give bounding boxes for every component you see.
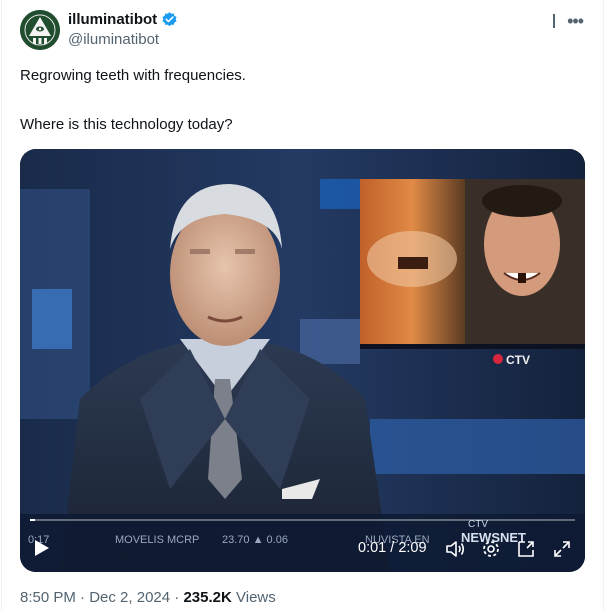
post-date[interactable]: Dec 2, 2024 xyxy=(89,589,170,606)
right-border xyxy=(603,0,604,611)
tweet-line: Where is this technology today? xyxy=(20,116,233,133)
play-icon[interactable] xyxy=(34,539,50,557)
tweet-meta: 8:50 PM · Dec 2, 2024 · 235.2K Views xyxy=(20,589,276,606)
verified-badge-icon xyxy=(162,12,177,27)
handle[interactable]: @iluminatibot xyxy=(68,31,178,48)
tweet-text: Regrowing teeth with frequencies. Where … xyxy=(20,66,246,135)
video-player[interactable]: CTV 0:17 MOVELIS MCRP 23.70 ▲ 0.06 NUVIS… xyxy=(20,149,585,572)
meta-separator: · xyxy=(174,589,180,606)
volume-icon[interactable] xyxy=(445,539,465,559)
fullscreen-icon[interactable] xyxy=(552,539,572,559)
video-frame: CTV 0:17 MOVELIS MCRP 23.70 ▲ 0.06 NUVIS… xyxy=(20,149,585,572)
views-label: Views xyxy=(236,589,276,606)
avatar[interactable] xyxy=(20,10,60,50)
settings-gear-icon[interactable] xyxy=(481,539,501,559)
time-separator: / xyxy=(386,540,399,556)
display-name[interactable]: illuminatibot xyxy=(68,11,157,28)
views-count: 235.2K xyxy=(183,589,232,606)
grok-icon[interactable] xyxy=(553,14,556,28)
progress-fill xyxy=(30,519,36,521)
video-controls: 0:01 / 2:09 xyxy=(20,532,585,564)
duration: 2:09 xyxy=(398,540,427,556)
picture-in-picture-icon[interactable] xyxy=(516,539,536,559)
post-time[interactable]: 8:50 PM xyxy=(20,589,76,606)
more-options-icon[interactable]: ••• xyxy=(567,12,584,30)
tweet-line: Regrowing teeth with frequencies. xyxy=(20,67,246,84)
progress-bar[interactable] xyxy=(30,519,575,521)
author-block: illuminatibot @iluminatibot xyxy=(68,11,178,48)
meta-separator: · xyxy=(80,589,86,606)
current-time: 0:01 xyxy=(358,540,387,556)
time-display: 0:01 / 2:09 xyxy=(358,540,427,556)
top-actions: ••• xyxy=(553,12,584,30)
ctv-logo-text: CTV xyxy=(506,353,530,367)
left-border xyxy=(1,0,2,611)
pyramid-eye-icon xyxy=(20,10,60,50)
